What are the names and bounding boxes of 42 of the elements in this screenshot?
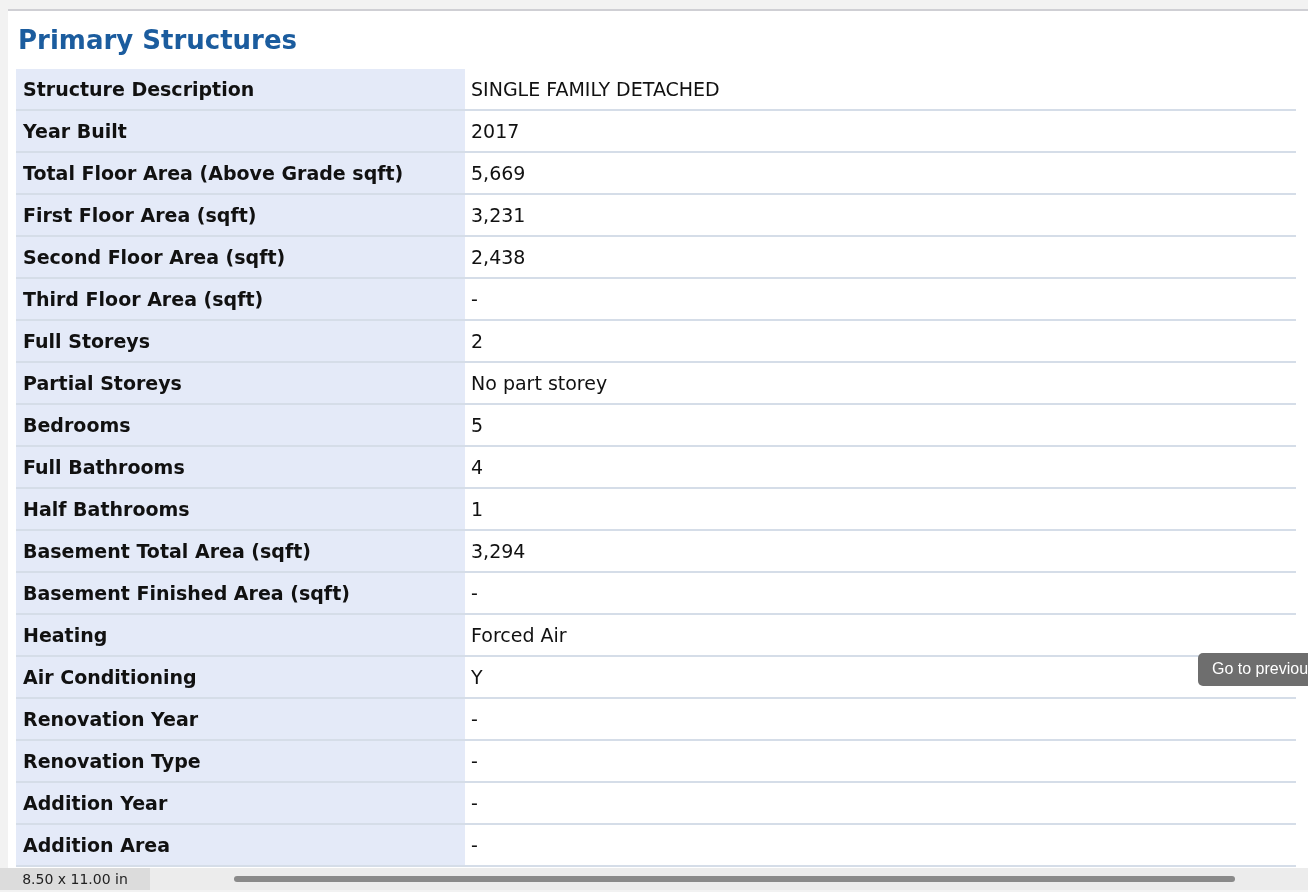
field-label: Total Floor Area (Above Grade sqft) — [16, 153, 465, 193]
field-label: Air Conditioning — [16, 657, 465, 697]
field-value: 3,231 — [471, 204, 526, 226]
field-value: 2017 — [471, 120, 520, 142]
field-value: No part storey — [471, 372, 608, 394]
section-title: Primary Structures — [17, 24, 299, 57]
field-label: Full Storeys — [16, 321, 465, 361]
field-value: - — [471, 288, 478, 310]
field-value: Y — [471, 666, 483, 688]
field-value: 2,438 — [471, 246, 526, 268]
field-value: SINGLE FAMILY DETACHED — [471, 78, 720, 100]
field-label: Addition Area — [16, 825, 465, 865]
field-value: - — [471, 708, 478, 730]
field-value: 4 — [471, 456, 484, 478]
field-label: Structure Description — [16, 69, 465, 109]
field-value: - — [471, 582, 478, 604]
field-label: Heating — [16, 615, 465, 655]
field-value: - — [471, 792, 478, 814]
field-label: Year Built — [16, 111, 465, 151]
field-label: Bedrooms — [16, 405, 465, 445]
field-label: Basement Finished Area (sqft) — [16, 573, 465, 613]
field-label: Half Bathrooms — [16, 489, 465, 529]
field-label: Basement Total Area (sqft) — [16, 531, 465, 571]
horizontal-scrollbar[interactable] — [234, 876, 1235, 882]
field-value: 3,294 — [471, 540, 526, 562]
field-label: Second Floor Area (sqft) — [16, 237, 465, 277]
field-value: 2 — [471, 330, 484, 352]
field-value: 1 — [471, 498, 484, 520]
tooltip: Go to previou — [1198, 653, 1308, 686]
field-value: 5 — [471, 414, 484, 436]
field-label: Third Floor Area (sqft) — [16, 279, 465, 319]
field-value: - — [471, 834, 478, 856]
field-value: Forced Air — [471, 624, 567, 646]
field-label: Addition Year — [16, 783, 465, 823]
field-value: 5,669 — [471, 162, 526, 184]
page-size-label: 8.50 x 11.00 in — [0, 868, 150, 890]
field-label: Partial Storeys — [16, 363, 465, 403]
field-value: - — [471, 750, 478, 772]
field-label: Renovation Year — [16, 699, 465, 739]
field-label: Renovation Type — [16, 741, 465, 781]
field-label: Full Bathrooms — [16, 447, 465, 487]
field-label: First Floor Area (sqft) — [16, 195, 465, 235]
